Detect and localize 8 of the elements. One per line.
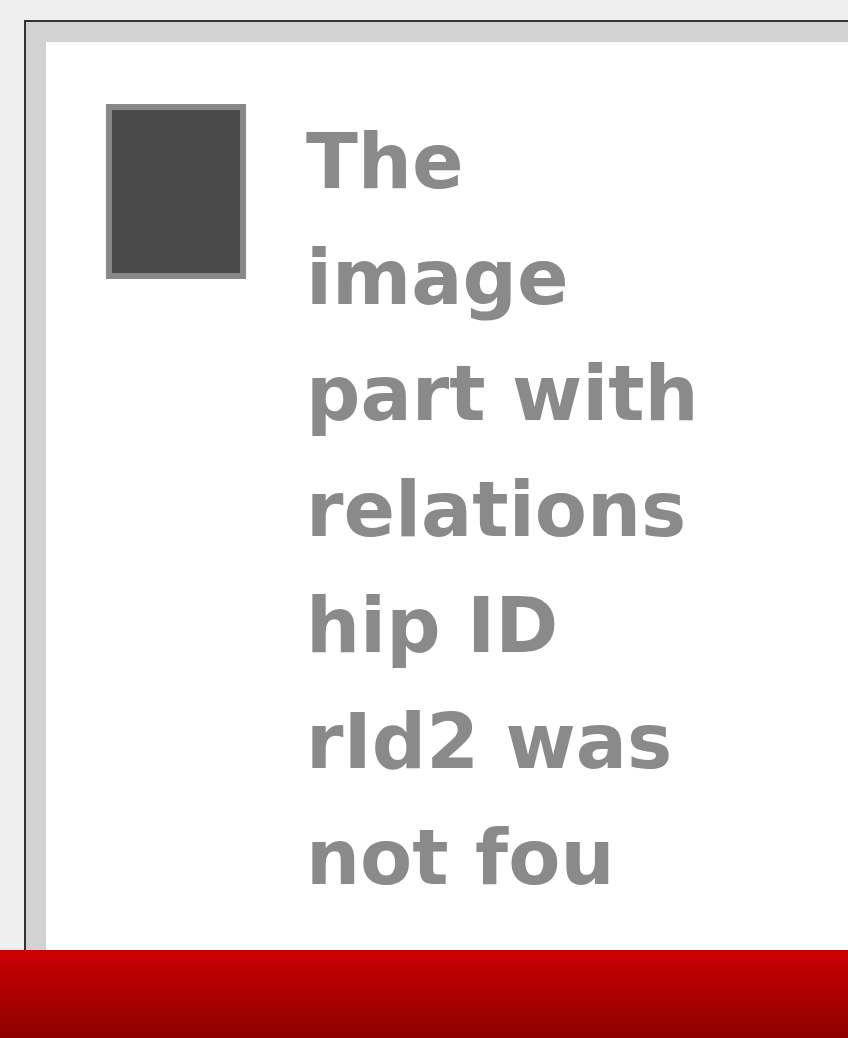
- error-message-line: not fou: [306, 812, 616, 904]
- error-message-line: rId2 was: [306, 696, 674, 788]
- error-message-line: hip ID: [306, 580, 560, 672]
- error-message-line: image: [306, 232, 570, 324]
- error-message-line: relations: [306, 464, 688, 556]
- broken-image-icon: [106, 104, 246, 279]
- error-message-line: part with: [306, 348, 699, 440]
- error-message-line: The: [306, 116, 465, 208]
